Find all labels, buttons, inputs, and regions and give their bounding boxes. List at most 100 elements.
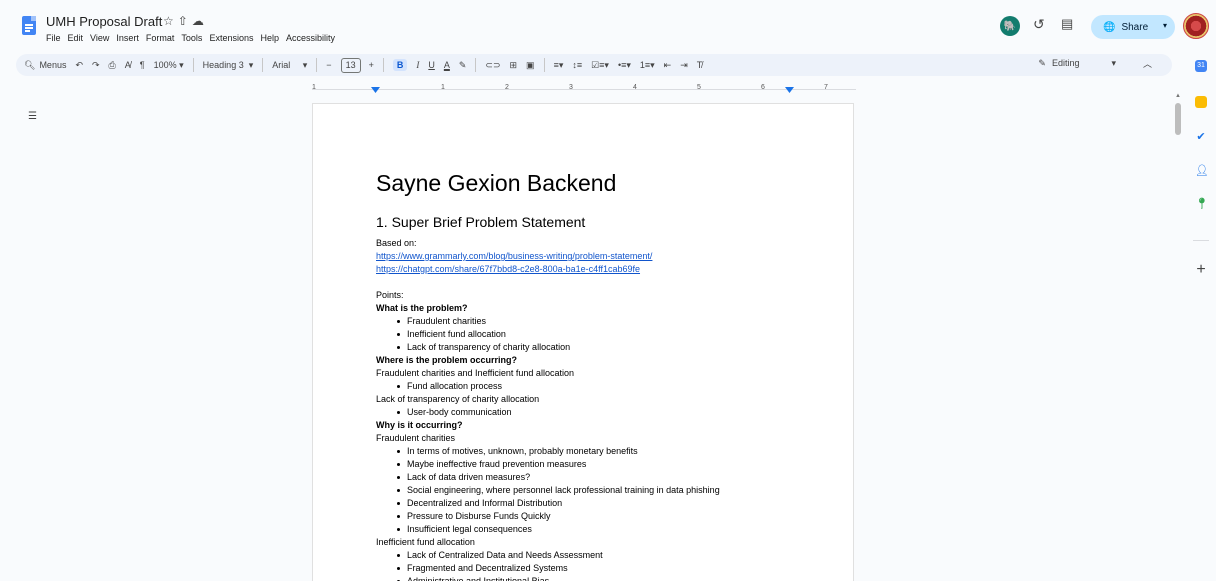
spellcheck-icon[interactable]: A̸ <box>125 60 131 70</box>
menu-help[interactable]: Help <box>260 33 279 43</box>
collapse-toolbar-icon[interactable]: ︿ <box>1143 57 1152 70</box>
insert-image-icon[interactable]: ▣ <box>526 60 535 71</box>
ruler-number: 7 <box>824 84 828 91</box>
bulleted-list-icon[interactable]: •≡▾ <box>618 60 631 71</box>
menu-edit[interactable]: Edit <box>68 33 84 43</box>
bullet-item: Fragmented and Decentralized Systems <box>376 562 836 575</box>
redo-icon[interactable]: ↷ <box>92 60 100 71</box>
ruler[interactable]: 1 1 2 3 4 5 6 7 <box>312 84 856 96</box>
user-avatar[interactable] <box>1183 13 1209 39</box>
clear-formatting-icon[interactable]: T̸ <box>697 60 703 70</box>
document-page[interactable]: Sayne Gexion Backend 1. Super Brief Prob… <box>312 103 854 581</box>
decrease-font-size-icon[interactable]: − <box>326 60 331 70</box>
scrollbar[interactable]: ▲ <box>1173 90 1183 581</box>
paragraph-line: Fraudulent charities <box>376 433 456 443</box>
document-title[interactable]: UMH Proposal Draft <box>46 14 162 29</box>
calendar-icon[interactable]: 31 <box>1195 60 1207 72</box>
right-indent-marker[interactable] <box>785 87 794 93</box>
link-line[interactable]: https://chatgpt.com/share/67f7bbd8-c2e8-… <box>376 263 836 276</box>
menu-accessibility[interactable]: Accessibility <box>286 33 335 43</box>
zoom-select[interactable]: 100% ▾ <box>154 60 184 71</box>
italic-button[interactable]: I <box>416 60 419 70</box>
ruler-number: 4 <box>633 84 637 91</box>
underline-button[interactable]: U <box>428 60 435 70</box>
paint-format-icon[interactable]: ¶ <box>140 60 145 70</box>
style-select[interactable]: Heading 3 ▾ <box>203 60 254 71</box>
pencil-icon: ✎ <box>1038 58 1046 68</box>
toolbar-divider <box>543 58 545 72</box>
document-body: Based on: https://www.grammarly.com/blog/… <box>376 237 836 581</box>
font-size-input[interactable]: 13 <box>340 57 361 73</box>
star-icon[interactable]: ☆ <box>163 14 178 28</box>
editing-label: Editing <box>1051 58 1080 68</box>
toolbar-divider <box>192 58 194 72</box>
toolbar-divider <box>316 58 318 72</box>
bullet-item: Pressure to Disburse Funds Quickly <box>376 510 836 523</box>
bold-question: Where is the problem occurring? <box>376 355 518 365</box>
document-outline-icon[interactable]: ☰ <box>28 111 37 122</box>
keep-icon[interactable] <box>1195 96 1207 108</box>
checklist-icon[interactable]: ☑≡▾ <box>591 60 609 71</box>
comments-icon[interactable]: ▤ <box>1061 16 1079 34</box>
share-dropdown-icon[interactable]: ▾ <box>1163 21 1167 30</box>
hyperlink[interactable]: https://www.grammarly.com/blog/business-… <box>376 251 652 261</box>
menu-tools[interactable]: Tools <box>181 33 202 43</box>
bold-question: Why is it occurring? <box>376 420 463 430</box>
bullet-item: Lack of transparency of charity allocati… <box>376 341 836 354</box>
scrollbar-thumb[interactable] <box>1175 103 1181 135</box>
title-icons: ☆⇧☁ <box>163 14 208 28</box>
bold-button[interactable]: B <box>392 59 408 71</box>
ruler-number: 1 <box>312 84 316 91</box>
menu-bar: File Edit View Insert Format Tools Exten… <box>46 33 335 43</box>
collaborator-avatar[interactable]: 🐘 <box>1000 16 1020 36</box>
menu-format[interactable]: Format <box>146 33 175 43</box>
font-select[interactable]: Arial ▾ <box>272 60 307 71</box>
add-addon-icon[interactable]: + <box>1195 262 1207 278</box>
undo-icon[interactable]: ↶ <box>75 60 83 71</box>
left-indent-marker[interactable] <box>371 87 380 93</box>
increase-font-size-icon[interactable]: + <box>369 60 374 70</box>
ruler-number: 6 <box>761 84 765 91</box>
menu-extensions[interactable]: Extensions <box>209 33 253 43</box>
maps-icon[interactable]: 📍︎ <box>1195 198 1209 210</box>
share-button[interactable]: 🌐 Share ▾ <box>1091 15 1175 39</box>
add-comment-icon[interactable]: ⊞ <box>510 60 518 71</box>
numbered-list-icon[interactable]: 1≡▾ <box>640 60 655 71</box>
increase-indent-icon[interactable]: ⇥ <box>680 60 688 71</box>
scroll-up-icon[interactable]: ▲ <box>1175 93 1181 99</box>
menu-file[interactable]: File <box>46 33 61 43</box>
bullet-item: Social engineering, where personnel lack… <box>376 484 836 497</box>
toolbar-divider <box>475 58 477 72</box>
move-icon[interactable]: ⇧ <box>178 14 192 28</box>
title-bar: UMH Proposal Draft ☆⇧☁ File Edit View In… <box>0 0 1180 50</box>
hyperlink[interactable]: https://chatgpt.com/share/67f7bbd8-c2e8-… <box>376 264 640 274</box>
side-panel: 31 ✔ 👤︎ 📍︎ + <box>1185 50 1216 581</box>
print-icon[interactable]: ⎙ <box>109 60 116 71</box>
bullet-item: Lack of Centralized Data and Needs Asses… <box>376 549 836 562</box>
ruler-number: 5 <box>697 84 701 91</box>
highlight-icon[interactable]: ✎ <box>459 60 467 71</box>
zoom-value: 100% <box>153 59 177 70</box>
decrease-indent-icon[interactable]: ⇤ <box>664 60 672 71</box>
globe-icon: 🌐 <box>1103 21 1116 33</box>
docs-logo-icon[interactable] <box>22 16 36 35</box>
text-color-button[interactable]: A <box>444 60 450 70</box>
tasks-icon[interactable]: ✔ <box>1195 131 1207 143</box>
menu-view[interactable]: View <box>90 33 109 43</box>
cloud-icon[interactable]: ☁ <box>192 14 208 28</box>
menu-insert[interactable]: Insert <box>116 33 139 43</box>
search-menus-button[interactable]: 🔍︎ Menus <box>24 60 66 71</box>
align-icon[interactable]: ≡▾ <box>554 60 564 71</box>
bullet-item: Inefficient fund allocation <box>376 328 836 341</box>
font-value: Arial <box>272 59 291 70</box>
line-spacing-icon[interactable]: ↕≡ <box>572 60 582 70</box>
contacts-icon[interactable]: 👤︎ <box>1195 165 1209 177</box>
link-icon[interactable]: ⊂⊃ <box>485 60 500 71</box>
bullet-item: Fund allocation process <box>376 380 836 393</box>
history-icon[interactable]: ↺ <box>1033 16 1051 34</box>
bullet-item: Decentralized and Informal Distribution <box>376 497 836 510</box>
paragraph-line: Inefficient fund allocation <box>376 537 475 547</box>
link-line[interactable]: https://www.grammarly.com/blog/business-… <box>376 250 836 263</box>
editing-mode-select[interactable]: ✎ Editing ▾ <box>1038 58 1116 69</box>
bullet-item: Insufficient legal consequences <box>376 523 836 536</box>
